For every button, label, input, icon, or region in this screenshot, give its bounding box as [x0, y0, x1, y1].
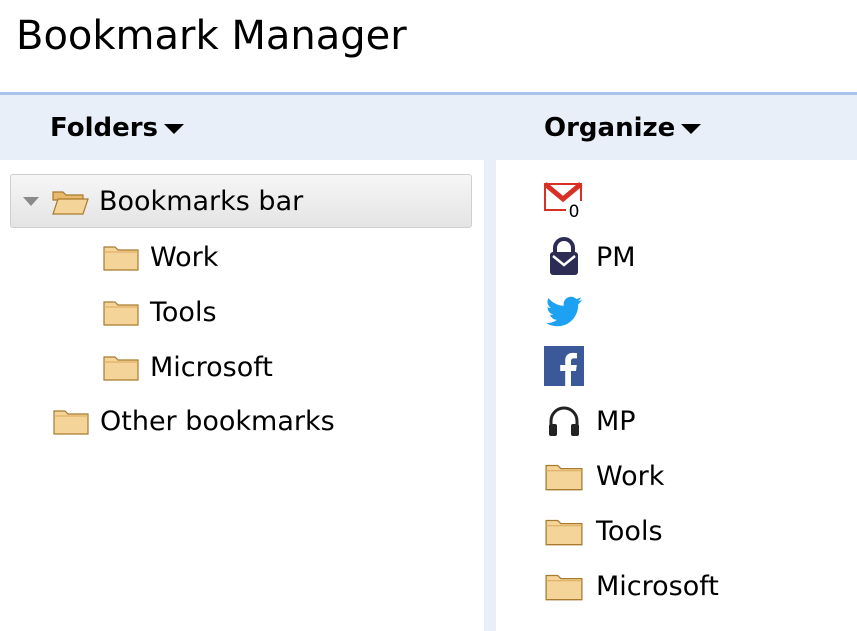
- organize-menu-button[interactable]: Organize: [544, 113, 702, 143]
- list-item-work-folder[interactable]: Work: [544, 451, 664, 501]
- folder-icon: [103, 301, 139, 326]
- unread-count-badge: 0: [569, 202, 580, 221]
- tree-item-label: Bookmarks bar: [99, 185, 304, 217]
- tree-item-bookmarks-bar[interactable]: Bookmarks bar: [10, 174, 472, 228]
- folder-icon: [544, 511, 584, 551]
- page-title: Bookmark Manager: [16, 13, 407, 59]
- folder-icon: [544, 566, 584, 606]
- tree-item-other-bookmarks[interactable]: Other bookmarks: [52, 396, 335, 446]
- list-item-facebook[interactable]: [544, 341, 596, 391]
- folder-icon: [53, 410, 89, 435]
- tree-item-label: Other bookmarks: [100, 405, 335, 437]
- list-item-label: Microsoft: [596, 570, 719, 602]
- folder-icon: [103, 356, 139, 381]
- twitter-icon: [544, 291, 584, 331]
- tree-item-label: Tools: [150, 296, 217, 328]
- list-item-gmail[interactable]: 0: [544, 176, 596, 226]
- caret-down-icon: [164, 124, 185, 134]
- list-item-mp[interactable]: MP: [544, 396, 636, 446]
- folder-icon: [103, 246, 139, 271]
- protonmail-icon: [544, 237, 584, 277]
- headphones-icon: [544, 401, 584, 441]
- list-item-label: PM: [596, 241, 636, 273]
- toolbar: Folders Organize: [0, 92, 857, 160]
- list-item-tools-folder[interactable]: Tools: [544, 506, 663, 556]
- gmail-icon: 0: [544, 181, 584, 221]
- list-item-label: MP: [596, 405, 636, 437]
- caret-down-icon: [681, 124, 702, 134]
- folder-icon: [544, 456, 584, 496]
- tree-item-label: Work: [150, 241, 219, 273]
- pane-splitter[interactable]: [484, 160, 496, 631]
- expand-triangle-icon[interactable]: [23, 196, 39, 206]
- list-item-label: Work: [596, 460, 665, 492]
- tree-item-tools[interactable]: Tools: [102, 287, 217, 337]
- folder-tree: Bookmarks bar Work Tools Microsoft Other…: [0, 160, 484, 631]
- list-item-microsoft-folder[interactable]: Microsoft: [544, 561, 719, 611]
- bookmark-list: 0 PM MP Work Tools Microsoft: [496, 160, 857, 631]
- folders-menu-button[interactable]: Folders: [50, 113, 185, 143]
- list-item-pm[interactable]: PM: [544, 232, 636, 282]
- organize-menu-label: Organize: [544, 113, 676, 143]
- tree-item-microsoft[interactable]: Microsoft: [102, 342, 273, 392]
- tree-item-work[interactable]: Work: [102, 232, 218, 282]
- list-item-label: Tools: [596, 515, 663, 547]
- open-folder-icon: [52, 191, 89, 215]
- facebook-icon: [544, 346, 584, 386]
- list-item-twitter[interactable]: [544, 286, 596, 336]
- folders-menu-label: Folders: [50, 113, 159, 143]
- tree-item-label: Microsoft: [150, 351, 273, 383]
